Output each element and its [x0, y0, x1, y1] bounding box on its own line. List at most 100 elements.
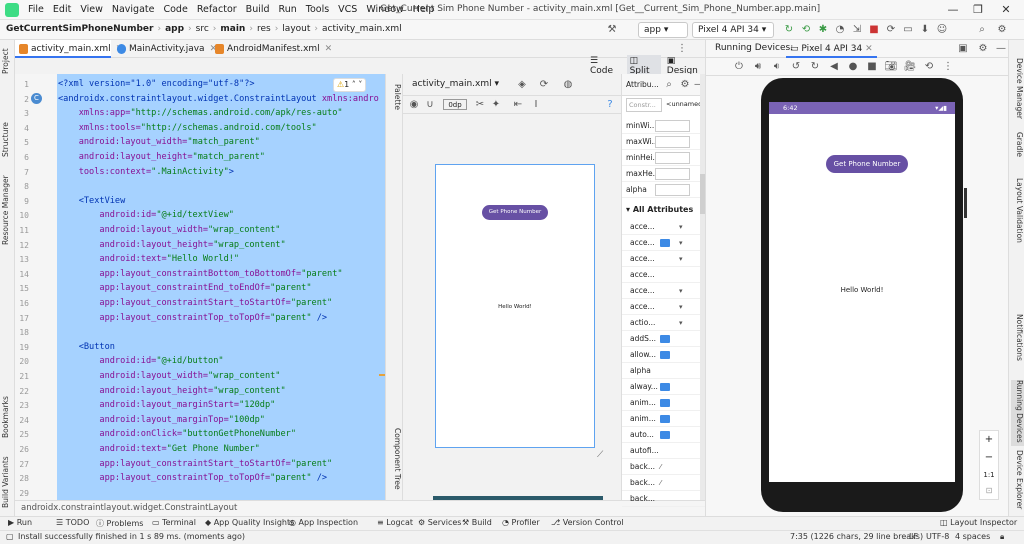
eyedropper-icon[interactable]: ⁄ [660, 475, 661, 491]
chevron-down-icon[interactable]: ▾ [679, 315, 683, 331]
attr-row[interactable]: back... [622, 491, 706, 507]
attr-row[interactable]: auto... [622, 427, 706, 443]
tab-activity-main-xml[interactable]: activity_main.xml✕ [15, 40, 123, 58]
indent-setting[interactable]: 4 spaces [955, 532, 990, 541]
component-tree-tool[interactable]: Component Tree [389, 424, 402, 494]
sdk-icon[interactable]: ⬇ [918, 23, 932, 37]
tool-build[interactable]: ⚒ Build [462, 518, 492, 527]
tool-version-control[interactable]: ⎇ Version Control [551, 518, 624, 527]
device-manager-tool[interactable]: Device Manager [1011, 58, 1024, 128]
tool-app-inspection[interactable]: ◎ App Inspection [289, 518, 358, 527]
magnet-icon[interactable]: ∪ [423, 98, 437, 112]
chevron-down-icon[interactable]: ▾ [679, 283, 683, 299]
crumb-main[interactable]: main [220, 24, 245, 34]
running-devices-tool[interactable]: Running Devices [1011, 380, 1024, 446]
attr-row[interactable]: anim... [622, 411, 706, 427]
device-explorer-tool[interactable]: Device Explorer [1011, 450, 1024, 514]
file-encoding[interactable]: UTF-8 [926, 532, 949, 541]
resize-handle-icon[interactable]: ⟋ [597, 450, 607, 460]
zoom-fit-icon[interactable]: ⊡ [980, 483, 998, 499]
resource-picker-icon[interactable] [660, 399, 670, 407]
attr-row[interactable]: alpha [622, 363, 706, 379]
attr-row[interactable]: acce... ▾ [622, 283, 706, 299]
more-tabs-icon[interactable]: ⋮ [675, 42, 689, 56]
tool-services[interactable]: ⚙ Services [418, 518, 461, 527]
tool-app-quality-insights[interactable]: ◆ App Quality Insights [205, 518, 294, 527]
eye-icon[interactable]: ◉ [407, 98, 421, 112]
layout-file-dropdown[interactable]: activity_main.xml ▾ [407, 77, 499, 93]
device-manager-icon[interactable]: ▭ [901, 23, 915, 37]
attr-search-input[interactable]: Constr... [626, 98, 662, 112]
rotate-left-icon[interactable]: ↺ [789, 60, 803, 74]
attr-row[interactable]: minHei... [622, 150, 706, 166]
resource-picker-icon[interactable] [660, 431, 670, 439]
close-icon[interactable]: ✕ [998, 2, 1014, 18]
crumb-layout[interactable]: layout [282, 24, 310, 34]
attr-row[interactable]: maxWi... [622, 134, 706, 150]
tool-run[interactable]: ▶ Run [8, 518, 32, 527]
clear-constraints-icon[interactable]: ✂ [473, 98, 487, 112]
profile-icon[interactable]: ◔ [833, 23, 847, 37]
reset-icon[interactable]: ⟲ [922, 60, 936, 74]
zoom-out-button[interactable]: − [980, 449, 998, 467]
attr-value-field[interactable] [655, 120, 690, 132]
apply-changes-icon[interactable]: ⟲ [799, 23, 813, 37]
settings-icon[interactable]: ⚙ [995, 23, 1009, 37]
menu-view[interactable]: View [80, 4, 103, 15]
caret-position[interactable]: 7:35 (1226 chars, 29 line breaks) [790, 532, 923, 541]
tool-logcat[interactable]: ≡ Logcat [377, 518, 413, 527]
resource-manager-tool[interactable]: Resource Manager [1, 170, 14, 250]
avatar-icon[interactable]: ☺ [935, 23, 949, 37]
screenshot-icon[interactable]: 📷︎ [884, 60, 898, 74]
hammer-icon[interactable]: ⚒ [605, 23, 619, 37]
preview-hello-text[interactable]: Hello World! [436, 304, 594, 310]
crumb-project[interactable]: GetCurrentSimPhoneNumber [6, 24, 153, 34]
attr-row[interactable]: acce... [622, 267, 706, 283]
minimize-icon[interactable]: — [945, 2, 961, 18]
class-gutter-icon[interactable]: C [31, 93, 42, 104]
tool-profiler[interactable]: ◔ Profiler [502, 518, 540, 527]
chevron-down-icon[interactable]: ▾ [679, 235, 683, 251]
bookmarks-tool[interactable]: Bookmarks [1, 392, 14, 442]
attr-value-field[interactable] [655, 152, 690, 164]
attr-settings-icon[interactable]: ⚙ [678, 78, 692, 92]
attr-row[interactable]: alpha [622, 182, 706, 198]
layers-icon[interactable]: ◈ [515, 78, 529, 92]
help-icon[interactable]: ? [603, 98, 617, 112]
back-icon[interactable]: ◀ [827, 60, 841, 74]
home-icon[interactable]: ● [846, 60, 860, 74]
warning-indicator[interactable]: ⚠1 ˄ ˅ [333, 78, 367, 92]
attr-row[interactable]: actio... ▾ [622, 315, 706, 331]
crumb-res[interactable]: res [257, 24, 271, 34]
resource-picker-icon[interactable] [660, 239, 670, 247]
menu-file[interactable]: File [28, 4, 44, 15]
code-breadcrumb[interactable]: androidx.constraintlayout.widget.Constra… [15, 500, 705, 516]
attr-row[interactable]: back... ⁄ [622, 459, 706, 475]
tool-todo[interactable]: ☰ TODO [56, 518, 89, 527]
zoom-in-button[interactable]: + [980, 431, 998, 449]
chevron-down-icon[interactable]: ▾ [679, 251, 683, 267]
attr-row[interactable]: acce... ▾ [622, 299, 706, 315]
tool-layout-inspector[interactable]: ◫ Layout Inspector [940, 518, 1017, 527]
attr-value-field[interactable] [655, 184, 690, 196]
device-tab-close-icon[interactable]: ✕ [865, 44, 873, 54]
zoom-actual-button[interactable]: 1:1 [980, 467, 998, 483]
record-icon[interactable]: 🎥︎ [903, 60, 917, 74]
code-editor[interactable]: 1 2 3 4 5 6 7 8 9 10 11 12 13 14 15 16 17 18 19 20 21 22 23 24 2… [15, 74, 385, 500]
device-dropdown[interactable]: Pixel 4 API 34 ▾ [692, 22, 774, 38]
guidelines-icon[interactable]: I [529, 98, 543, 112]
infer-constraints-icon[interactable]: ✦ [489, 98, 503, 112]
attr-search-icon[interactable]: ⌕ [662, 78, 676, 92]
run-config-dropdown[interactable]: app ▾ [638, 22, 688, 38]
attr-row[interactable]: minWi... [622, 118, 706, 134]
code-mode-button[interactable]: ☰ Code [590, 56, 621, 76]
tab-close-icon[interactable]: ✕ [325, 44, 333, 54]
eyedropper-icon[interactable]: ⁄ [660, 459, 661, 475]
tab-mainactivity-java[interactable]: MainActivity.java ✕ [113, 40, 217, 58]
device-tab[interactable]: ▭ Pixel 4 API 34 ✕ [786, 40, 877, 58]
notifications-tool[interactable]: Notifications [1011, 314, 1024, 372]
attr-row[interactable]: alway... [622, 379, 706, 395]
volume-up-icon[interactable]: 🔊︎ [751, 60, 765, 74]
menu-run[interactable]: Run [279, 4, 297, 15]
menu-edit[interactable]: Edit [53, 4, 71, 15]
